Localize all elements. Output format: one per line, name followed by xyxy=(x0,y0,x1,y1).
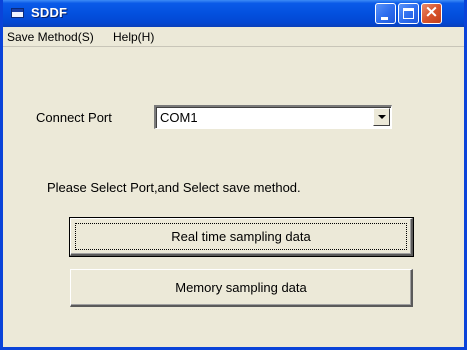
memory-sampling-label: Memory sampling data xyxy=(175,280,307,295)
connect-port-label: Connect Port xyxy=(36,110,112,125)
instruction-text: Please Select Port,and Select save metho… xyxy=(47,180,301,195)
port-dropdown-button[interactable] xyxy=(373,108,390,126)
focus-rect xyxy=(75,223,407,250)
port-select[interactable]: COM1 xyxy=(154,105,392,129)
maximize-button[interactable] xyxy=(398,3,419,24)
close-icon: × xyxy=(424,2,439,22)
menu-help[interactable]: Help(H) xyxy=(113,30,154,44)
app-window: SDDF × Save Method(S) Help(H) Connect Po… xyxy=(0,0,467,350)
port-select-value: COM1 xyxy=(160,110,198,125)
menu-save-method[interactable]: Save Method(S) xyxy=(7,30,94,44)
chevron-down-icon xyxy=(378,115,386,119)
main-form: Connect Port COM1 Please Select Port,and… xyxy=(3,47,464,347)
maximize-icon xyxy=(403,8,414,19)
minimize-icon xyxy=(381,17,388,20)
close-button[interactable]: × xyxy=(421,3,442,24)
memory-sampling-button[interactable]: Memory sampling data xyxy=(70,269,413,307)
menu-bar: Save Method(S) Help(H) xyxy=(3,27,464,47)
real-time-sampling-button[interactable]: Real time sampling data xyxy=(69,217,414,257)
client-area: Save Method(S) Help(H) Connect Port COM1… xyxy=(3,27,464,347)
title-bar[interactable]: SDDF × xyxy=(3,0,464,27)
window-title: SDDF xyxy=(31,5,68,20)
minimize-button[interactable] xyxy=(375,3,396,24)
app-window-icon xyxy=(11,8,24,18)
